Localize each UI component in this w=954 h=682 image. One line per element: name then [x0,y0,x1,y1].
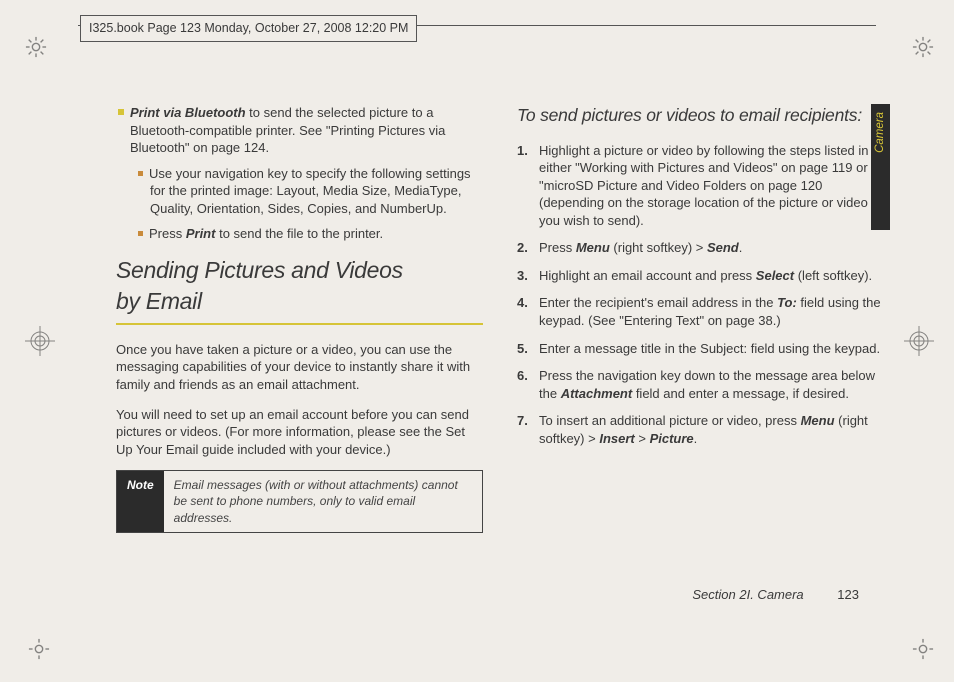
gear-icon [912,638,934,660]
bullet-icon [118,109,124,115]
registration-icon [904,326,934,356]
procedure-steps: Highlight a picture or video by followin… [517,142,884,448]
note-text: Email messages (with or without attachme… [164,471,482,532]
subbullet-press-print: Press Print to send the file to the prin… [116,225,483,243]
page-header-text: I325.book Page 123 Monday, October 27, 2… [80,15,417,42]
step-3: Highlight an email account and press Sel… [517,267,884,285]
bullet-icon [138,231,143,236]
gear-icon [25,36,47,58]
intro-paragraph-1: Once you have taken a picture or a video… [116,341,483,394]
step-7: To insert an additional picture or video… [517,412,884,447]
note-box: Note Email messages (with or without att… [116,470,483,533]
footer-section: Section 2I. Camera [692,587,803,602]
gear-icon [28,638,50,660]
bullet-print-bluetooth: Print via Bluetooth to send the selected… [116,104,483,157]
section-heading: Sending Pictures and Videos by Email [116,255,483,317]
section-rule [116,323,483,325]
intro-paragraph-2: You will need to set up an email account… [116,406,483,459]
step-2: Press Menu (right softkey) > Send. [517,239,884,257]
step-4: Enter the recipient's email address in t… [517,294,884,329]
right-column: To send pictures or videos to email reci… [517,104,884,622]
step-1: Highlight a picture or video by followin… [517,142,884,230]
note-label: Note [117,471,164,532]
step-5: Enter a message title in the Subject: fi… [517,340,884,358]
subbullet-settings: Use your navigation key to specify the f… [116,165,483,218]
procedure-heading: To send pictures or videos to email reci… [517,104,884,128]
left-column: Print via Bluetooth to send the selected… [116,104,483,622]
page-header-rule: I325.book Page 123 Monday, October 27, 2… [78,25,876,57]
page-columns: Print via Bluetooth to send the selected… [116,104,884,622]
gear-icon [912,36,934,58]
footer-page-number: 123 [837,587,859,602]
step-6: Press the navigation key down to the mes… [517,367,884,402]
bullet-icon [138,171,143,176]
page-footer: Section 2I. Camera 123 [692,586,859,604]
registration-icon [25,326,55,356]
